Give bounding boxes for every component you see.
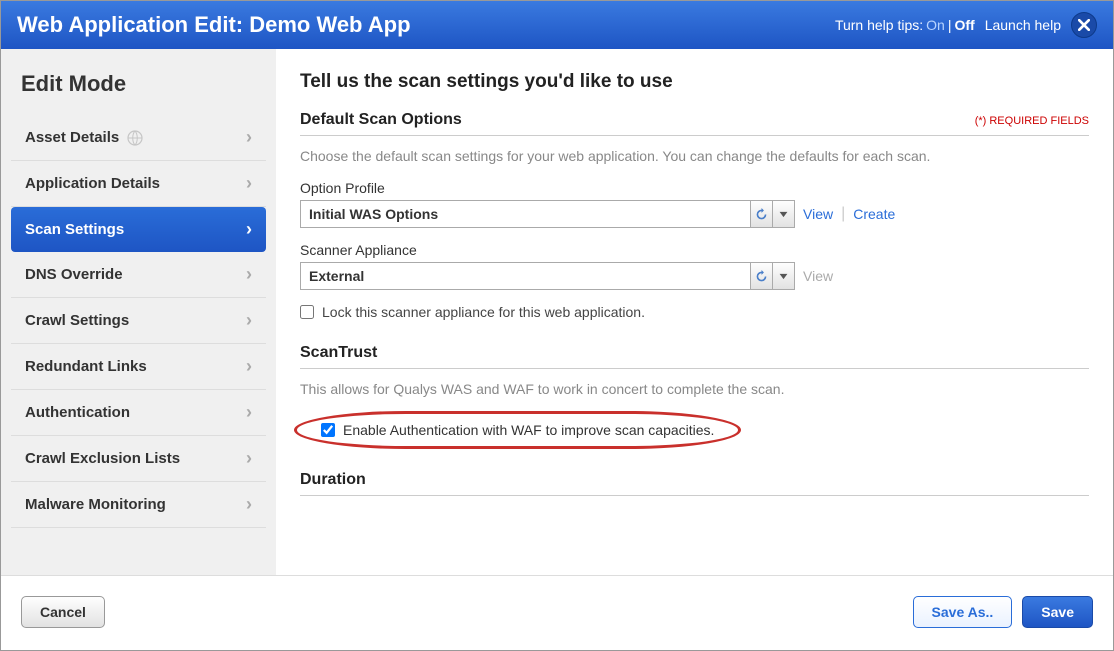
dialog-header: Web Application Edit: Demo Web App Turn …: [1, 1, 1113, 49]
refresh-icon: [755, 208, 768, 221]
chevron-right-icon: ›: [246, 173, 252, 194]
help-tips-label: Turn help tips:: [835, 17, 923, 33]
default-scan-title: Default Scan Options: [300, 111, 462, 129]
sidebar-item-label: Malware Monitoring: [25, 496, 166, 513]
enable-waf-auth-row[interactable]: Enable Authentication with WAF to improv…: [294, 411, 741, 449]
sidebar-item-redundant-links[interactable]: Redundant Links ›: [11, 344, 266, 390]
create-profile-link[interactable]: Create: [853, 206, 895, 222]
chevron-right-icon: ›: [246, 127, 252, 148]
default-scan-title-row: Default Scan Options (*) REQUIRED FIELDS: [300, 111, 1089, 136]
scantrust-title: ScanTrust: [300, 344, 1089, 369]
help-tips-toggle: Turn help tips: On | Off: [835, 17, 975, 33]
close-button[interactable]: [1071, 12, 1097, 38]
chevron-down-icon: [777, 270, 790, 283]
sidebar-item-asset-details[interactable]: Asset Details ›: [11, 115, 266, 161]
launch-help-link[interactable]: Launch help: [985, 17, 1061, 33]
help-tips-separator: |: [948, 17, 952, 33]
duration-title: Duration: [300, 471, 1089, 496]
cancel-button[interactable]: Cancel: [21, 596, 105, 628]
dialog-footer: Cancel Save As.. Save: [1, 575, 1113, 647]
chevron-right-icon: ›: [246, 448, 252, 469]
scantrust-desc: This allows for Qualys WAS and WAF to wo…: [300, 381, 1089, 397]
sidebar-item-label: Crawl Settings: [25, 312, 129, 329]
header-right: Turn help tips: On | Off Launch help: [835, 12, 1097, 38]
sidebar-item-application-details[interactable]: Application Details ›: [11, 161, 266, 207]
sidebar-item-crawl-exclusion-lists[interactable]: Crawl Exclusion Lists ›: [11, 436, 266, 482]
option-profile-label: Option Profile: [300, 180, 1089, 196]
view-scanner-link: View: [803, 268, 833, 284]
sidebar-item-label: Redundant Links: [25, 358, 147, 375]
enable-waf-auth-label: Enable Authentication with WAF to improv…: [343, 422, 714, 438]
refresh-button[interactable]: [750, 263, 772, 289]
option-profile-select[interactable]: Initial WAS Options: [300, 200, 795, 228]
sidebar-item-authentication[interactable]: Authentication ›: [11, 390, 266, 436]
sidebar-title: Edit Mode: [11, 67, 266, 115]
close-icon: [1078, 19, 1090, 31]
select-controls: [750, 263, 794, 289]
scanner-appliance-row: External View: [300, 262, 1089, 290]
refresh-icon: [755, 270, 768, 283]
dropdown-button[interactable]: [772, 263, 794, 289]
select-controls: [750, 201, 794, 227]
dialog-title: Web Application Edit: Demo Web App: [17, 12, 411, 38]
sidebar-item-label: Authentication: [25, 404, 130, 421]
chevron-right-icon: ›: [246, 264, 252, 285]
save-button[interactable]: Save: [1022, 596, 1093, 628]
chevron-right-icon: ›: [246, 219, 252, 240]
scanner-appliance-value: External: [309, 268, 364, 284]
chevron-right-icon: ›: [246, 356, 252, 377]
dropdown-button[interactable]: [772, 201, 794, 227]
default-scan-desc: Choose the default scan settings for you…: [300, 148, 1089, 164]
sidebar-item-label: Scan Settings: [25, 221, 124, 238]
lock-scanner-label: Lock this scanner appliance for this web…: [322, 304, 645, 320]
chevron-right-icon: ›: [246, 310, 252, 331]
chevron-down-icon: [777, 208, 790, 221]
link-separator: |: [841, 205, 845, 223]
refresh-button[interactable]: [750, 201, 772, 227]
lock-scanner-checkbox[interactable]: [300, 305, 314, 319]
sidebar-item-malware-monitoring[interactable]: Malware Monitoring ›: [11, 482, 266, 528]
sidebar-item-scan-settings[interactable]: Scan Settings ›: [11, 207, 266, 252]
scanner-appliance-label: Scanner Appliance: [300, 242, 1089, 258]
help-tips-on[interactable]: On: [926, 17, 945, 33]
required-fields-note: (*) REQUIRED FIELDS: [975, 115, 1089, 127]
chevron-right-icon: ›: [246, 402, 252, 423]
lock-scanner-row[interactable]: Lock this scanner appliance for this web…: [300, 304, 1089, 320]
sidebar-item-dns-override[interactable]: DNS Override ›: [11, 252, 266, 298]
main-content: Tell us the scan settings you'd like to …: [276, 49, 1113, 575]
scanner-appliance-select[interactable]: External: [300, 262, 795, 290]
sidebar-item-label: Asset Details: [25, 129, 119, 146]
sidebar-item-crawl-settings[interactable]: Crawl Settings ›: [11, 298, 266, 344]
sidebar-item-label: Crawl Exclusion Lists: [25, 450, 180, 467]
sidebar-item-label: Application Details: [25, 175, 160, 192]
globe-icon: [127, 130, 143, 146]
view-profile-link[interactable]: View: [803, 206, 833, 222]
help-tips-off[interactable]: Off: [954, 17, 974, 33]
enable-waf-auth-checkbox[interactable]: [321, 423, 335, 437]
chevron-right-icon: ›: [246, 494, 252, 515]
save-as-button[interactable]: Save As..: [913, 596, 1013, 628]
dialog-body: Edit Mode Asset Details › Application De…: [1, 49, 1113, 575]
page-heading: Tell us the scan settings you'd like to …: [300, 71, 1089, 93]
footer-right: Save As.. Save: [913, 596, 1093, 628]
option-profile-row: Initial WAS Options View | Create: [300, 200, 1089, 228]
sidebar: Edit Mode Asset Details › Application De…: [1, 49, 276, 575]
sidebar-item-label: DNS Override: [25, 266, 123, 283]
option-profile-value: Initial WAS Options: [309, 206, 438, 222]
